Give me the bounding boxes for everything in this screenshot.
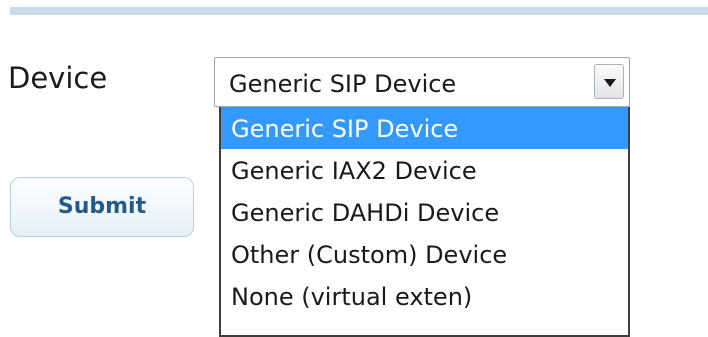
dropdown-option-generic-iax2[interactable]: Generic IAX2 Device [221, 149, 628, 191]
dropdown-arrow-button[interactable] [594, 64, 624, 99]
device-select-value: Generic SIP Device [229, 70, 457, 98]
device-dropdown-list: Generic SIP Device Generic IAX2 Device G… [219, 107, 630, 337]
dropdown-option-other-custom[interactable]: Other (Custom) Device [221, 233, 628, 275]
device-field-label: Device [8, 61, 108, 95]
dropdown-option-none-virtual[interactable]: None (virtual exten) [221, 275, 628, 317]
submit-button[interactable]: Submit [10, 177, 194, 237]
device-select[interactable]: Generic SIP Device [214, 57, 630, 107]
top-divider [10, 7, 708, 15]
dropdown-option-generic-sip[interactable]: Generic SIP Device [221, 107, 628, 149]
chevron-down-icon [604, 79, 616, 87]
dropdown-option-generic-dahdi[interactable]: Generic DAHDi Device [221, 191, 628, 233]
